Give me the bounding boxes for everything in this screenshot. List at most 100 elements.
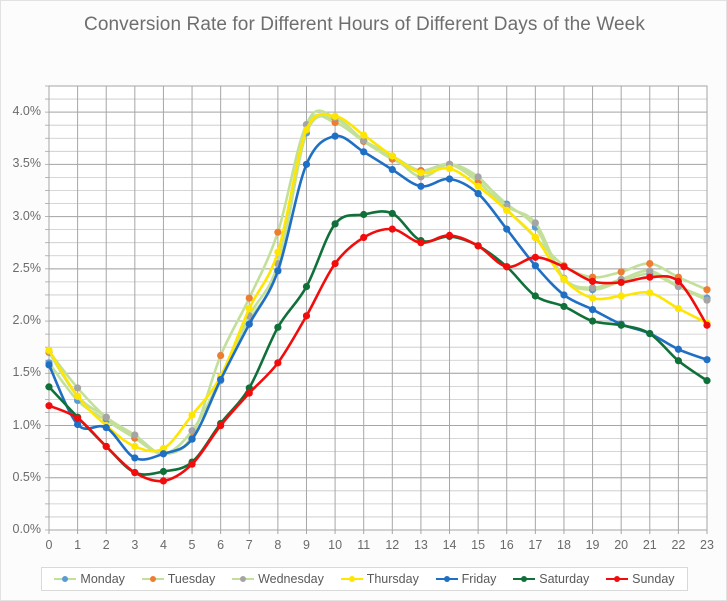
x-tick-label: 21 <box>642 538 657 552</box>
legend-label: Monday <box>80 572 125 586</box>
data-point <box>188 411 196 419</box>
legend-label: Wednesday <box>258 572 324 586</box>
legend-item-friday[interactable]: Friday <box>435 572 496 586</box>
data-point <box>560 263 568 271</box>
data-point <box>646 267 654 275</box>
data-point <box>588 294 597 302</box>
data-point <box>617 292 625 300</box>
x-tick-label: 22 <box>671 538 686 552</box>
data-point <box>474 173 482 181</box>
data-point <box>617 268 625 276</box>
data-point <box>388 152 396 160</box>
x-tick-label: 16 <box>499 538 514 552</box>
data-point <box>588 277 597 285</box>
data-point <box>388 209 396 218</box>
legend-label: Sunday <box>632 572 675 586</box>
data-point <box>703 356 711 364</box>
data-point <box>503 206 511 214</box>
data-point <box>703 321 711 329</box>
data-point <box>302 282 311 291</box>
x-tick-label: 12 <box>385 538 400 552</box>
legend-item-sunday[interactable]: Sunday <box>606 572 675 586</box>
data-point <box>274 248 282 256</box>
x-axis-ticks <box>48 530 708 534</box>
data-point <box>74 392 82 400</box>
data-point <box>703 296 711 304</box>
x-tick-label: 9 <box>302 538 310 552</box>
data-point <box>646 273 654 281</box>
data-point <box>474 182 482 190</box>
data-point <box>102 442 110 451</box>
data-point <box>274 323 282 331</box>
legend-swatch-icon <box>340 574 363 584</box>
data-point <box>274 228 282 236</box>
y-axis-ticks <box>45 85 49 531</box>
data-point <box>531 233 539 242</box>
data-point <box>560 275 568 283</box>
legend-swatch-icon <box>54 574 77 584</box>
data-point <box>646 260 654 268</box>
legend-item-saturday[interactable]: Saturday <box>513 572 589 586</box>
data-point <box>560 302 568 311</box>
legend-item-thursday[interactable]: Thursday <box>340 572 419 586</box>
data-point <box>617 321 625 329</box>
data-point <box>703 377 711 385</box>
x-tick-label: 0 <box>45 538 53 552</box>
data-point <box>360 210 368 219</box>
data-point <box>102 424 110 432</box>
x-tick-label: 10 <box>328 538 343 552</box>
x-tick-label: 15 <box>471 538 486 552</box>
data-point <box>45 346 53 354</box>
chart-container: Conversion Rate for Different Hours of D… <box>0 0 727 601</box>
data-point <box>588 317 597 325</box>
y-tick-label: 0.0% <box>12 522 42 536</box>
data-point <box>445 175 454 183</box>
data-point <box>674 304 682 313</box>
data-point <box>45 402 53 410</box>
data-point <box>531 253 539 261</box>
data-point <box>131 442 139 451</box>
data-point <box>302 126 311 134</box>
data-point <box>74 420 82 429</box>
data-point <box>674 277 682 285</box>
y-tick-label: 0.5% <box>12 469 42 484</box>
legend-swatch-icon <box>513 574 536 584</box>
data-point <box>131 454 139 462</box>
legend-item-tuesday[interactable]: Tuesday <box>141 572 215 586</box>
legend-swatch-icon <box>232 574 255 584</box>
data-point <box>302 312 311 320</box>
x-tick-label: 4 <box>159 538 167 552</box>
x-tick-label: 20 <box>614 538 629 552</box>
data-point <box>445 231 454 239</box>
y-tick-label: 4.0% <box>12 104 42 119</box>
data-point <box>503 263 511 271</box>
data-point <box>131 468 139 477</box>
legend-item-monday[interactable]: Monday <box>54 572 125 586</box>
data-point <box>74 414 82 422</box>
data-point <box>217 421 225 430</box>
data-point <box>245 304 253 313</box>
data-point <box>331 132 339 140</box>
data-point <box>674 345 682 353</box>
x-tick-label: 19 <box>585 538 600 552</box>
data-point <box>503 225 511 233</box>
y-tick-label: 3.0% <box>12 208 42 223</box>
x-tick-label: 2 <box>102 538 110 552</box>
x-tick-label: 1 <box>74 538 82 552</box>
legend-swatch-icon <box>435 574 458 584</box>
legend-label: Saturday <box>539 572 590 586</box>
data-point <box>474 242 482 250</box>
data-point <box>274 267 282 275</box>
legend-item-wednesday[interactable]: Wednesday <box>232 572 324 586</box>
data-point <box>646 330 654 338</box>
x-tick-label: 11 <box>357 538 371 552</box>
data-point <box>45 361 53 369</box>
data-point <box>102 413 110 421</box>
data-point <box>674 357 682 365</box>
data-point <box>417 169 425 177</box>
x-tick-label: 5 <box>188 538 196 552</box>
data-point <box>159 450 168 458</box>
data-point <box>360 131 368 139</box>
x-tick-label: 23 <box>700 538 714 552</box>
x-tick-label: 13 <box>413 538 428 552</box>
